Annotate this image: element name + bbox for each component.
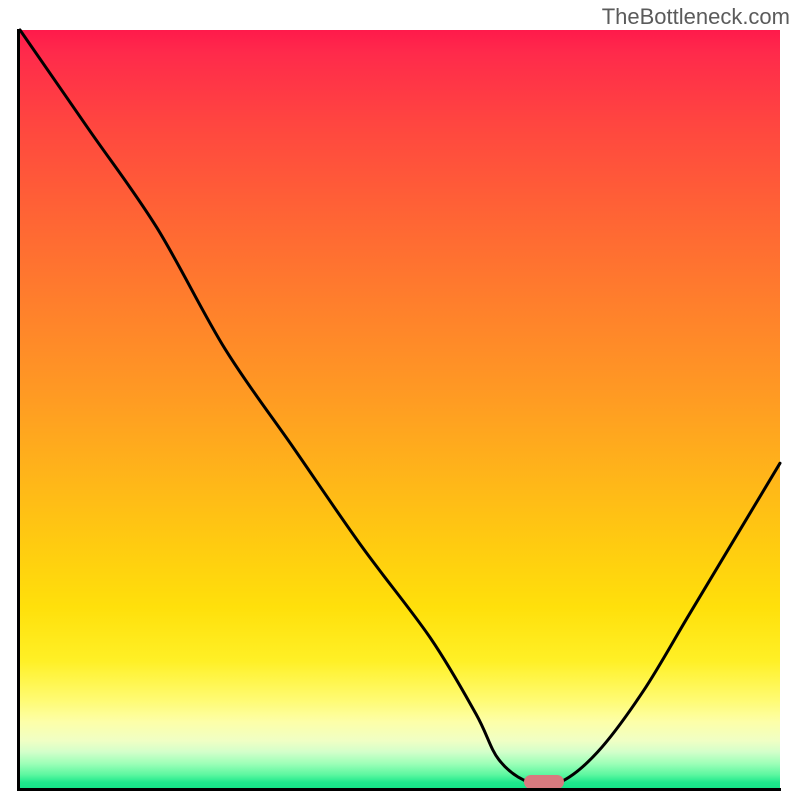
bottleneck-curve-path xyxy=(20,30,780,786)
curve-svg xyxy=(20,30,780,790)
plot-area xyxy=(20,30,780,790)
chart-container: TheBottleneck.com xyxy=(0,0,800,800)
watermark-text: TheBottleneck.com xyxy=(602,4,790,30)
optimal-point-marker xyxy=(524,775,564,789)
